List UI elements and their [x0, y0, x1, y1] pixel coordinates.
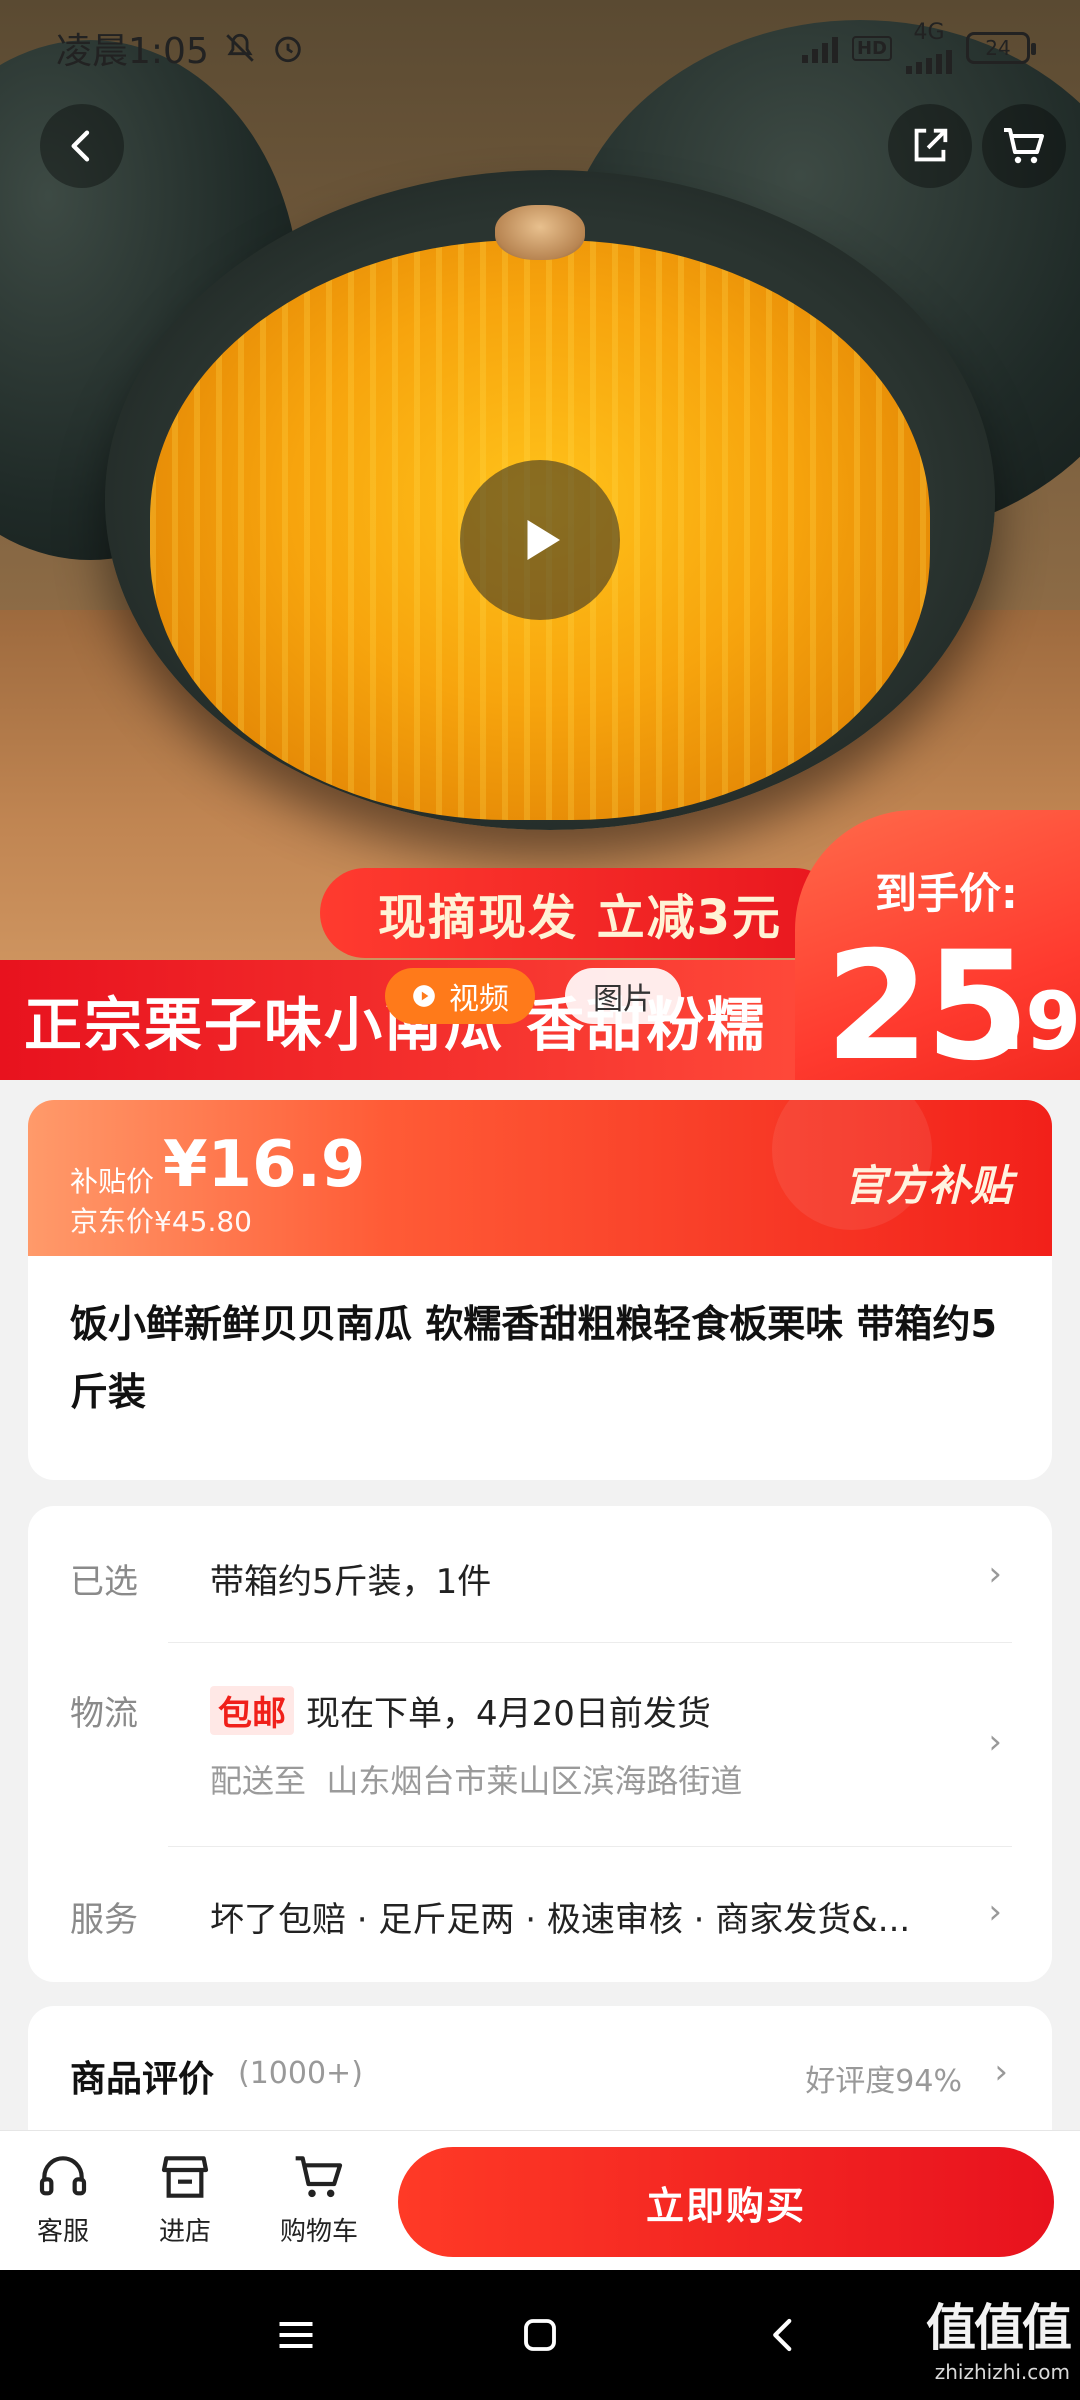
- service-row[interactable]: 服务 坏了包赔 · 足斤足两 · 极速审核 · 商家发货&... ›: [70, 1892, 1010, 1952]
- chevron-left-icon: [773, 2318, 792, 2352]
- final-price-label: 到手价:: [875, 869, 1018, 918]
- customer-service-label: 客服: [36, 2217, 89, 2247]
- ship-note: 现在下单，4月20日前发货: [306, 1694, 711, 1734]
- customer-service-button[interactable]: 客服: [8, 2149, 118, 2248]
- battery-level: 24: [985, 36, 1011, 60]
- promo-banner: 现摘现发 立减3元: [320, 868, 840, 958]
- subsidy-caption: 补贴价: [70, 1165, 155, 1198]
- home-button[interactable]: [510, 2305, 570, 2365]
- deliver-to-label: 配送至: [210, 1762, 307, 1800]
- hd-badge: HD: [851, 35, 892, 61]
- price-card: 补贴价 ¥16.9 京东价¥45.80 官方补贴 饭小鲜新鲜贝贝南瓜 软糯香甜粗…: [28, 1100, 1052, 1480]
- back-button[interactable]: [40, 104, 124, 188]
- store-button[interactable]: 进店: [130, 2149, 240, 2248]
- media-tabs: 视频 图片: [385, 968, 681, 1024]
- pumpkin-stem: [495, 205, 585, 260]
- cell-signal-icon: [906, 44, 952, 74]
- tab-video[interactable]: 视频: [385, 968, 535, 1024]
- chevron-right-icon: ›: [988, 1892, 1002, 1932]
- status-time: 凌晨1:05: [56, 31, 209, 72]
- chevron-right-icon: ›: [994, 2052, 1008, 2092]
- chevron-left-icon: [71, 130, 90, 162]
- cart-button[interactable]: 购物车: [264, 2149, 374, 2248]
- subsidy-price: ¥16.9: [163, 1128, 366, 1202]
- watermark-brand: 值值值: [926, 2299, 1072, 2357]
- store-label: 进店: [158, 2217, 211, 2247]
- cart-icon: [295, 2156, 343, 2198]
- tab-photo-label: 图片: [593, 982, 653, 1017]
- jd-price: 京东价¥45.80: [70, 1205, 252, 1238]
- home-square-icon: [524, 2319, 556, 2351]
- mute-bell-icon: [226, 33, 254, 62]
- watermark-domain: zhizhizhi.com: [934, 2360, 1070, 2384]
- final-price-decimal: .9: [995, 975, 1080, 1068]
- cart-label: 购物车: [279, 2217, 358, 2247]
- tab-photo[interactable]: 图片: [565, 968, 681, 1024]
- logistics-key: 物流: [70, 1694, 138, 1734]
- system-back-button[interactable]: [754, 2305, 814, 2365]
- share-icon: [914, 128, 948, 162]
- logistics-row[interactable]: 物流 包邮 现在下单，4月20日前发货 配送至 山东烟台市莱山区滨海路街道 ›: [70, 1686, 1010, 1826]
- wifi-signal-icon: [801, 33, 838, 63]
- cart-top-button[interactable]: [982, 104, 1066, 188]
- menu-icon: [279, 2321, 313, 2349]
- system-nav-bar: 值值值 zhizhizhi.com: [0, 2270, 1080, 2400]
- play-video-button[interactable]: [460, 460, 620, 620]
- cart-icon: [1004, 128, 1044, 164]
- tab-video-label: 视频: [449, 982, 509, 1017]
- share-button[interactable]: [888, 104, 972, 188]
- free-shipping-tag: 包邮: [210, 1686, 294, 1735]
- network-type: 4G: [913, 20, 945, 45]
- reviews-title: 商品评价: [70, 2059, 215, 2100]
- chevron-right-icon: ›: [988, 1554, 1002, 1594]
- alarm-clock-icon: [275, 36, 301, 63]
- play-icon: [527, 520, 560, 560]
- service-key: 服务: [70, 1900, 138, 1940]
- divider: [168, 1846, 1012, 1847]
- selected-value: 带箱约5斤装，1件: [210, 1562, 492, 1602]
- site-watermark: 值值值 zhizhizhi.com: [926, 2288, 1072, 2384]
- reviews-row[interactable]: 商品评价 (1000+) 好评度94% ›: [28, 2006, 1052, 2136]
- selected-spec-row[interactable]: 已选 带箱约5斤装，1件 ›: [70, 1554, 1010, 1614]
- deliver-to-address: 山东烟台市莱山区滨海路街道: [326, 1762, 743, 1800]
- divider: [168, 1642, 1012, 1643]
- service-value: 坏了包赔 · 足斤足两 · 极速审核 · 商家发货&...: [210, 1900, 911, 1940]
- product-hero-image[interactable]: 凌晨1:05 HD 4G 24 现摘现发 立减3元 正宗栗子味小南瓜 香甜粉糯 …: [0, 0, 1080, 1080]
- positive-rate: 好评度94%: [805, 2064, 962, 2099]
- battery-icon: 24: [966, 32, 1036, 64]
- status-bar: 凌晨1:05 HD 4G 24: [0, 0, 1080, 96]
- info-card: 已选 带箱约5斤装，1件 › 物流 包邮 现在下单，4月20日前发货 配送至 山东…: [28, 1506, 1052, 1982]
- store-icon: [161, 2156, 209, 2198]
- selected-key: 已选: [70, 1562, 138, 1602]
- chevron-right-icon: ›: [988, 1722, 1002, 1762]
- headset-icon: [39, 2156, 87, 2196]
- menu-button[interactable]: [266, 2305, 326, 2365]
- product-title: 饭小鲜新鲜贝贝南瓜 软糯香甜粗粮轻食板栗味 带箱约5斤装: [70, 1302, 997, 1414]
- play-circle-icon: [413, 985, 435, 1007]
- subsidy-banner: 补贴价 ¥16.9 京东价¥45.80 官方补贴: [28, 1100, 1052, 1256]
- buy-now-button[interactable]: 立即购买: [398, 2147, 1054, 2257]
- reviews-count: (1000+): [238, 2056, 363, 2091]
- bottom-action-bar: 客服 进店 购物车 立即购买: [0, 2130, 1080, 2270]
- official-subsidy-badge: 官方补贴: [843, 1161, 1012, 1210]
- product-detail-page: 凌晨1:05 HD 4G 24 现摘现发 立减3元 正宗栗子味小南瓜 香甜粉糯 …: [0, 0, 1080, 2400]
- final-price-badge: 到手价: 25 .9: [795, 810, 1080, 1080]
